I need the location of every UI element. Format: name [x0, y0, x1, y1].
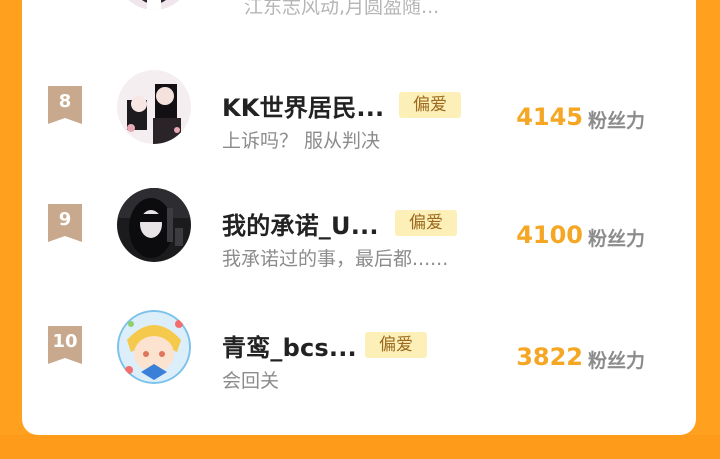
tag-badge: 偏爱 — [399, 92, 461, 118]
bio-text: 我承诺过的事，最后都...... — [222, 248, 449, 270]
ranking-card: 江东志风动,月圆盈随... 8 KK世界居民... 偏爱 上诉吗？ 服从判决 4… — [22, 0, 696, 435]
user-name[interactable]: 青鸾_bcs... — [222, 328, 357, 363]
fans-count: 3822 — [516, 343, 583, 371]
rank-badge: 9 — [48, 204, 82, 242]
tag-badge: 偏爱 — [395, 210, 457, 236]
avatar[interactable] — [117, 310, 191, 384]
list-item[interactable]: 10 青鸾_bcs... 偏爱 会回关 3822 粉丝力 — [22, 310, 696, 410]
user-name[interactable]: KK世界居民... — [222, 88, 384, 123]
avatar[interactable] — [117, 188, 191, 262]
avatar[interactable] — [117, 0, 191, 10]
fans-count: 4145 — [516, 103, 583, 131]
fans-label: 粉丝力 — [588, 228, 646, 250]
page-bottom-background — [0, 435, 720, 459]
previous-entry-partial[interactable]: 江东志风动,月圆盈随... — [22, 0, 696, 18]
fans-count: 4100 — [516, 221, 583, 249]
rank-badge: 8 — [48, 86, 82, 124]
bio-text: 上诉吗？ 服从判决 — [222, 130, 381, 152]
tag-badge: 偏爱 — [365, 332, 427, 358]
list-item[interactable]: 8 KK世界居民... 偏爱 上诉吗？ 服从判决 4145 粉丝力 — [22, 70, 696, 170]
bio-text: 会回关 — [222, 370, 280, 392]
bio-text: 江东志风动,月圆盈随... — [244, 0, 440, 18]
user-name[interactable]: 我的承诺_U... — [222, 206, 379, 241]
rank-badge: 10 — [48, 326, 82, 364]
avatar[interactable] — [117, 70, 191, 144]
fans-label: 粉丝力 — [588, 350, 646, 372]
list-item[interactable]: 9 我的承诺_U... 偏爱 我承诺过的事，最后都...... 4100 粉丝力 — [22, 188, 696, 288]
fans-label: 粉丝力 — [588, 110, 646, 132]
